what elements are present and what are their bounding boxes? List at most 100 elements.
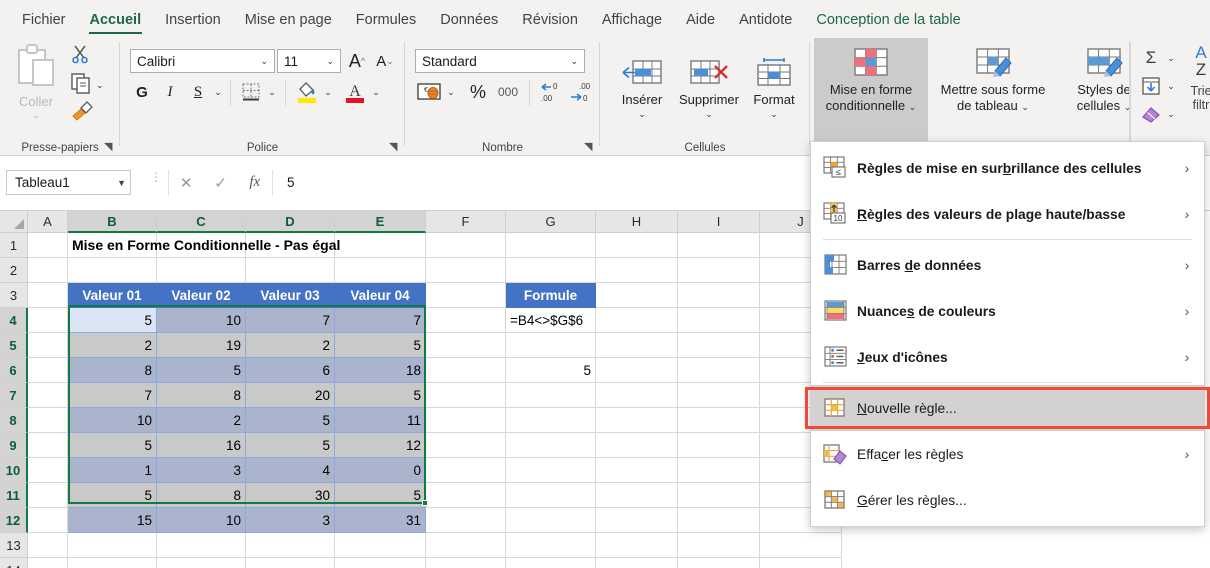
cell-B3[interactable]: Valeur 01 [68, 283, 157, 308]
cell-D5[interactable]: 2 [246, 333, 335, 358]
cell-H11[interactable] [596, 483, 678, 508]
cell-H6[interactable] [596, 358, 678, 383]
cell-I3[interactable] [678, 283, 760, 308]
cell-D13[interactable] [246, 533, 335, 558]
chevron-down-icon[interactable]: ⌄ [32, 110, 40, 121]
chevron-down-icon[interactable]: ⌄ [1021, 102, 1029, 112]
font-size-combo[interactable]: 11 ⌄ [277, 49, 341, 73]
cell-A10[interactable] [28, 458, 68, 483]
cell-I8[interactable] [678, 408, 760, 433]
cell-D3[interactable]: Valeur 03 [246, 283, 335, 308]
cell-B13[interactable] [68, 533, 157, 558]
cell-I6[interactable] [678, 358, 760, 383]
cell-F13[interactable] [426, 533, 506, 558]
cell-A1[interactable] [28, 233, 68, 258]
row-header-2[interactable]: 2 [0, 258, 28, 283]
menu-item-data-bars[interactable]: Barres de données › [811, 242, 1204, 288]
cell-C7[interactable]: 8 [157, 383, 246, 408]
chevron-down-icon[interactable]: ⌄ [638, 109, 646, 120]
cell-E6[interactable]: 18 [335, 358, 426, 383]
cell-A14[interactable] [28, 558, 68, 568]
cell-B14[interactable] [68, 558, 157, 568]
cell-C12[interactable]: 10 [157, 508, 246, 533]
percent-style-button[interactable]: % [465, 80, 491, 104]
menu-item-top-bottom-rules[interactable]: 10 Règles des valeurs de plage haute/bas… [811, 191, 1204, 237]
cell-F9[interactable] [426, 433, 506, 458]
cell-A4[interactable] [28, 308, 68, 333]
row-header-1[interactable]: 1 [0, 233, 28, 258]
column-header-A[interactable]: A [28, 211, 68, 233]
bold-button[interactable]: G [130, 80, 154, 104]
cell-G5[interactable] [506, 333, 596, 358]
cell-F2[interactable] [426, 258, 506, 283]
column-header-G[interactable]: G [506, 211, 596, 233]
cell-G10[interactable] [506, 458, 596, 483]
cell-E14[interactable] [335, 558, 426, 568]
cell-E8[interactable]: 11 [335, 408, 426, 433]
row-header-5[interactable]: 5 [0, 333, 28, 358]
cell-B9[interactable]: 5 [68, 433, 157, 458]
italic-button[interactable]: I [158, 80, 182, 104]
cell-I12[interactable] [678, 508, 760, 533]
cell-G6[interactable]: 5 [506, 358, 596, 383]
thousands-separator-button[interactable]: 000 [493, 80, 523, 104]
insert-cells-button[interactable]: Insérer ⌄ [612, 44, 672, 132]
cell-C3[interactable]: Valeur 02 [157, 283, 246, 308]
cell-E10[interactable]: 0 [335, 458, 426, 483]
row-header-6[interactable]: 6 [0, 358, 28, 383]
borders-dropdown[interactable]: ⌄ [264, 80, 280, 104]
cell-A12[interactable] [28, 508, 68, 533]
cell-A3[interactable] [28, 283, 68, 308]
delete-cells-button[interactable]: Supprimer ⌄ [674, 44, 744, 132]
row-header-8[interactable]: 8 [0, 408, 28, 433]
column-header-C[interactable]: C [157, 211, 246, 233]
row-header-12[interactable]: 12 [0, 508, 28, 533]
cell-H2[interactable] [596, 258, 678, 283]
fill-button[interactable] [1138, 74, 1164, 98]
fill-color-button[interactable] [294, 78, 320, 106]
font-name-combo[interactable]: Calibri ⌄ [130, 49, 275, 73]
increase-font-size-button[interactable]: A ^ [344, 49, 370, 73]
cell-F7[interactable] [426, 383, 506, 408]
cell-H7[interactable] [596, 383, 678, 408]
cell-G8[interactable] [506, 408, 596, 433]
ribbon-tab-formules[interactable]: Formules [344, 6, 428, 36]
cell-B7[interactable]: 7 [68, 383, 157, 408]
cell-D9[interactable]: 5 [246, 433, 335, 458]
cell-H9[interactable] [596, 433, 678, 458]
row-header-10[interactable]: 10 [0, 458, 28, 483]
cell-F12[interactable] [426, 508, 506, 533]
autosum-dropdown[interactable]: ⌄ [1164, 46, 1178, 70]
cell-I5[interactable] [678, 333, 760, 358]
sort-filter-button[interactable]: A Z Trie filtr [1186, 44, 1210, 144]
cell-G1[interactable] [506, 233, 596, 258]
cell-C8[interactable]: 2 [157, 408, 246, 433]
ribbon-tab-accueil[interactable]: Accueil [78, 6, 154, 36]
copy-button[interactable] [70, 72, 92, 97]
cell-F10[interactable] [426, 458, 506, 483]
cell-B8[interactable]: 10 [68, 408, 157, 433]
cell-B10[interactable]: 1 [68, 458, 157, 483]
borders-button[interactable] [238, 80, 264, 104]
row-header-7[interactable]: 7 [0, 383, 28, 408]
cell-G11[interactable] [506, 483, 596, 508]
cell-E2[interactable] [335, 258, 426, 283]
cell-D6[interactable]: 6 [246, 358, 335, 383]
number-dialog-launcher[interactable]: ◥ [584, 141, 596, 153]
cell-F14[interactable] [426, 558, 506, 568]
cancel-formula-button[interactable]: ✕ [171, 174, 201, 192]
font-color-button[interactable]: A [342, 78, 368, 106]
cell-G2[interactable] [506, 258, 596, 283]
paste-button[interactable]: Coller ⌄ [8, 42, 64, 126]
conditional-formatting-button[interactable]: Mise en forme conditionnelle ⌄ [814, 38, 928, 154]
column-header-H[interactable]: H [596, 211, 678, 233]
cell-C4[interactable]: 10 [157, 308, 246, 333]
cell-G7[interactable] [506, 383, 596, 408]
cell-E7[interactable]: 5 [335, 383, 426, 408]
cell-H5[interactable] [596, 333, 678, 358]
clear-button[interactable] [1138, 102, 1164, 126]
cell-H14[interactable] [596, 558, 678, 568]
cell-B4[interactable]: 5 [68, 308, 157, 333]
cell-H10[interactable] [596, 458, 678, 483]
cell-D11[interactable]: 30 [246, 483, 335, 508]
